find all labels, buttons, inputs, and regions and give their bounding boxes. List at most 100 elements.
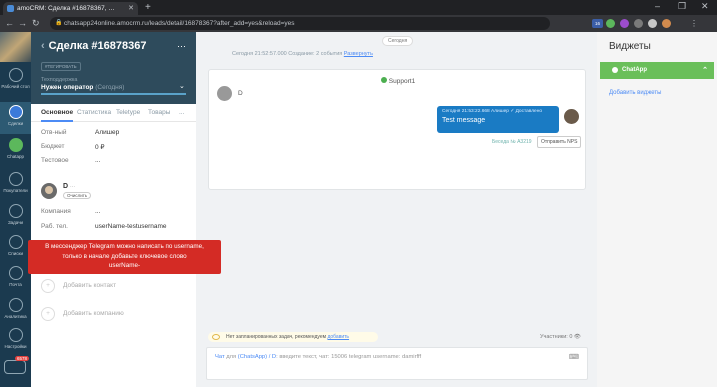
chat-card: Support1 D Сегодня 21:53:22.668 Алишер ✓… [208,69,586,190]
add-widgets-link[interactable]: Добавить виджеты [609,90,661,96]
task-icon [212,334,220,340]
field-value-responsible[interactable]: Алишер [95,129,119,136]
chat-title: Support1 [209,77,587,85]
browser-tab-bar: amoCRM: Сделка #16878367, … ✕ + – ❐ ✕ [0,0,717,15]
profile-avatar-icon[interactable] [662,19,671,28]
plus-icon: + [41,307,55,321]
lock-icon: 🔒 [55,20,63,26]
lead-card: ‹ Сделка #16878367 ⋯ #ТЕГИРОВАТЬ Техподде… [31,32,196,387]
message-meta: Сегодня 21:53:22.668 Алишер ✓ Доставлено [442,109,543,114]
back-arrow-icon[interactable]: ‹ [41,40,45,52]
field-label-responsible: Отв-ный [41,129,67,136]
notifications-badge: 6578 [15,356,30,361]
settings-icon [8,328,23,342]
tab-main[interactable]: Основное [41,109,74,122]
browser-menu-icon[interactable]: ⋮ [690,19,699,28]
extension-green-icon[interactable] [606,19,615,28]
nav-item-customers[interactable]: Покупатели [0,172,31,193]
add-task-link[interactable]: добавить [327,334,349,340]
contact-badge[interactable]: Очислить [63,192,92,199]
account-logo[interactable] [0,32,31,62]
browser-tab[interactable]: amoCRM: Сделка #16878367, … ✕ [3,2,138,15]
lead-feed: Сегодня Сегодня 21:52:57.000 Создание: 2… [196,32,597,387]
amocrm-favicon-icon [7,5,14,12]
browser-toolbar: ← → ↻ 🔒 chatsapp24online.amocrm.ru/leads… [0,15,717,32]
leads-icon [8,105,23,119]
keyboard-icon[interactable]: ⌨ [569,353,579,361]
composer-placeholder: : введите текст, чат: 15006 telegram use… [276,354,422,360]
widgets-title: Виджеты [609,41,651,52]
window-close-icon[interactable]: ✕ [701,1,709,12]
message-text: Test message [442,117,486,124]
eye-icon: 👁 [573,334,581,340]
contact-name[interactable]: D ··· [63,183,75,190]
whatsapp-icon [380,77,387,83]
field-label-budget: Бюджет [41,143,65,150]
nav-item-analytics[interactable]: Аналитика [0,298,31,319]
field-value-test[interactable]: ... [95,157,100,164]
lead-menu-icon[interactable]: ⋯ [177,41,186,52]
participants-count[interactable]: Участники: 0 👁 [540,334,581,340]
composer-type[interactable]: Чат [215,354,225,360]
close-tab-icon[interactable]: ✕ [128,2,134,15]
incoming-avatar [217,86,232,101]
date-divider: Сегодня [382,36,414,46]
contact-avatar[interactable] [41,183,57,199]
created-note: Сегодня 21:52:57.000 Создание: 2 события… [232,51,373,57]
composer-input[interactable]: Чат для (ChatsApp) / D: введите текст, ч… [215,354,421,360]
extension-puzzle-icon[interactable] [648,19,657,28]
nav-item-tasks[interactable]: Задачи [0,204,31,225]
main-nav-sidebar: Рабочий стол Сделки Chatapp Покупатели З… [0,32,31,387]
back-icon[interactable]: ← [5,17,14,30]
nav-item-settings[interactable]: Настройки [0,328,31,349]
mail-icon [8,266,23,280]
forward-icon[interactable]: → [18,17,27,30]
add-contact-button[interactable]: + Добавить контакт [41,279,116,293]
nav-item-leads[interactable]: Сделки [0,102,31,134]
incoming-message: D [238,90,243,97]
extension-badge-icon[interactable]: 16 [592,19,603,28]
field-label-test: Тестовое [41,157,69,164]
field-value-company[interactable]: ... [95,208,100,215]
conversation-link[interactable]: Беседа № А3219 [492,139,532,145]
tab-statistics[interactable]: Статистика [77,109,111,116]
minimize-icon[interactable]: – [655,1,660,11]
no-tasks-banner: Нет запланированных задач, рекомендуем д… [208,332,378,342]
field-value-phone[interactable]: userName-testusername [95,223,167,230]
tasks-icon [8,204,23,218]
tab-teletype[interactable]: Teletype [116,109,140,116]
field-value-budget[interactable]: 0 ₽ [95,143,105,151]
chevron-down-icon[interactable]: ⌄ [179,82,185,90]
composer-target[interactable]: (ChatsApp) / D [238,354,276,360]
notifications-button[interactable]: 6578 [4,356,30,374]
url-text: chatsapp24online.amocrm.ru/leads/detail/… [64,20,295,27]
lists-icon [8,235,23,249]
chatapp-widget-icon [612,67,618,73]
tag-button[interactable]: #ТЕГИРОВАТЬ [41,62,81,71]
nav-item-chatapp[interactable]: Chatapp [0,138,31,159]
tab-more[interactable]: ... [179,109,184,116]
expand-link[interactable]: Развернуть [344,51,373,57]
new-tab-icon[interactable]: + [145,2,151,13]
pipeline-name: Техподдержка [41,77,78,83]
extension-gear-icon[interactable] [634,19,643,28]
address-bar[interactable]: 🔒 chatsapp24online.amocrm.ru/leads/detai… [50,17,550,30]
send-nps-button[interactable]: Отправить NPS [537,136,582,148]
extension-purple-icon[interactable] [620,19,629,28]
message-composer[interactable]: Чат для (ChatsApp) / D: введите текст, ч… [206,347,588,380]
chevron-up-icon[interactable]: ⌃ [702,62,708,79]
nav-item-lists[interactable]: Списки [0,235,31,256]
analytics-icon [8,298,23,312]
tab-products[interactable]: Товары [148,109,170,116]
dashboard-icon [8,68,23,82]
stage-select[interactable]: Нужен оператор (Сегодня) [41,84,124,91]
nav-item-mail[interactable]: Почта [0,266,31,287]
chatapp-widget[interactable]: ChatApp ⌃ [600,62,714,79]
reload-icon[interactable]: ↻ [32,17,40,30]
field-label-company: Компания [41,208,71,215]
maximize-icon[interactable]: ❐ [678,1,686,12]
add-company-button[interactable]: + Добавить компанию [41,307,124,321]
nav-item-dashboard[interactable]: Рабочий стол [0,68,31,89]
username-hint-tooltip: В мессенджер Telegram можно написать по … [28,240,221,274]
chatapp-icon [8,138,23,152]
